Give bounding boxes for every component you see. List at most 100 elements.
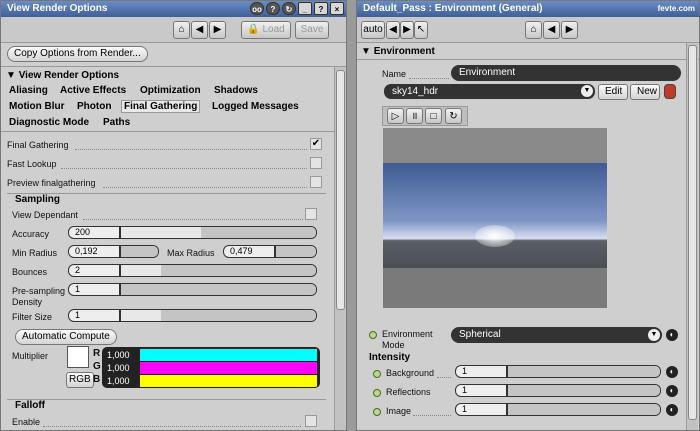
section-header[interactable]: ▼ View Render Options — [6, 70, 119, 81]
color-swatch[interactable] — [67, 346, 89, 368]
minimize-icon[interactable]: _ — [298, 2, 312, 15]
left-scrollbar[interactable] — [334, 67, 346, 430]
presampling-label-2: Density — [12, 297, 43, 307]
animation-icon[interactable] — [664, 84, 676, 99]
environment-panel: Default_Pass : Environment (General) fev… — [356, 0, 700, 431]
pause-icon[interactable]: ॥ — [406, 108, 423, 124]
env-mode-dropdown[interactable]: Spherical ▼ — [451, 327, 662, 343]
b-slider[interactable] — [140, 375, 317, 387]
accuracy-label: Accuracy — [12, 229, 50, 239]
tab-active-effects[interactable]: Active Effects — [60, 85, 126, 96]
collapse-triangle-icon: ▼ — [361, 46, 374, 57]
play-icon[interactable]: ▷ — [387, 108, 404, 124]
image-intensity-value: 1 — [462, 404, 468, 414]
background-label: Background — [386, 368, 435, 378]
name-input[interactable]: Environment — [451, 65, 681, 81]
env-section-header[interactable]: ▼ Environment — [361, 46, 435, 57]
sampling-title: Sampling — [15, 194, 61, 205]
image-intensity-slider[interactable]: 1 — [455, 403, 661, 416]
right-window-title: Default_Pass : Environment (General) — [363, 3, 543, 14]
animate-icon[interactable]: ◐ — [666, 366, 678, 378]
close-icon[interactable]: × — [330, 2, 344, 15]
copy-options-button[interactable]: Copy Options from Render... — [7, 46, 148, 62]
filter-size-slider[interactable]: 1 — [68, 309, 317, 322]
fast-lookup-checkbox[interactable] — [310, 157, 322, 169]
tab-paths[interactable]: Paths — [103, 117, 130, 128]
new-button[interactable]: New — [630, 84, 660, 100]
stop-icon[interactable]: □ — [425, 108, 442, 124]
tab-diagnostic-mode[interactable]: Diagnostic Mode — [9, 117, 89, 128]
presampling-slider[interactable]: 1 — [68, 283, 317, 296]
env-mode-label-2: Mode — [382, 340, 405, 350]
chevron-down-icon: ▼ — [648, 329, 660, 341]
tab-shadows[interactable]: Shadows — [214, 85, 258, 96]
loop-icon[interactable]: ↻ — [445, 108, 462, 124]
help-icon[interactable]: ? — [314, 2, 328, 15]
animate-icon[interactable]: ◐ — [666, 404, 678, 416]
back-nav-icon[interactable]: ◀ — [191, 21, 208, 39]
bounces-label: Bounces — [12, 267, 48, 277]
view-dependant-checkbox[interactable] — [305, 208, 317, 220]
load-button[interactable]: 🔒 Load — [241, 21, 291, 39]
auto-button[interactable]: auto — [361, 21, 385, 39]
tab-optimization[interactable]: Optimization — [140, 85, 201, 96]
enable-checkbox[interactable] — [305, 415, 317, 427]
home-nav-icon[interactable]: ⌂ — [525, 21, 542, 39]
collapse-triangle-icon: ▼ — [6, 70, 19, 81]
edit-button[interactable]: Edit — [598, 84, 628, 100]
preview-fg-checkbox[interactable] — [310, 176, 322, 188]
home-nav-icon[interactable]: ⌂ — [173, 21, 190, 39]
background-slider[interactable]: 1 — [455, 365, 661, 378]
r-slider[interactable] — [140, 349, 317, 361]
right-scrollbar[interactable] — [686, 43, 698, 430]
animate-icon[interactable]: ◐ — [666, 329, 678, 341]
b-value[interactable]: 1,000 — [103, 375, 139, 387]
slider-track — [274, 246, 316, 257]
accuracy-slider[interactable]: 200 — [68, 226, 317, 239]
slider-fill — [121, 227, 201, 238]
divider — [1, 131, 346, 132]
tab-final-gathering[interactable]: Final Gathering — [121, 100, 201, 113]
dotted-leader — [83, 219, 303, 220]
g-value[interactable]: 1,000 — [103, 362, 139, 374]
image-dropdown[interactable]: sky14_hdr ▼ — [384, 84, 595, 99]
back-nav-icon[interactable]: ◀ — [543, 21, 560, 39]
help-circle-icon[interactable]: ? — [266, 2, 280, 15]
reflections-slider[interactable]: 1 — [455, 384, 661, 397]
save-button[interactable]: Save — [295, 21, 329, 39]
slider-track — [119, 227, 316, 238]
view-render-options-panel: View Render Options oo ? ↻ _ ? × ⌂ ◀ ▶ 🔒… — [0, 0, 347, 431]
r-value[interactable]: 1,000 — [103, 349, 139, 361]
prev-arrow-icon[interactable]: ◀ — [386, 21, 400, 39]
falloff-title: Falloff — [15, 400, 45, 411]
image-intensity-label: Image — [386, 406, 412, 416]
tab-photon[interactable]: Photon — [77, 101, 111, 112]
chevron-down-icon: ▼ — [581, 85, 593, 97]
max-radius-field[interactable]: 0,479 — [223, 245, 317, 258]
forward-nav-icon[interactable]: ▶ — [209, 21, 226, 39]
bounces-slider[interactable]: 2 — [68, 264, 317, 277]
reflections-value: 1 — [462, 385, 468, 395]
slider-track — [119, 246, 158, 257]
load-label: Load — [262, 24, 285, 35]
dotted-leader — [43, 426, 301, 427]
pane-divider[interactable] — [347, 0, 356, 431]
view-dependant-label: View Dependant — [12, 210, 78, 220]
scrollbar-thumb[interactable] — [336, 70, 345, 310]
automatic-compute-button[interactable]: Automatic Compute — [15, 329, 117, 345]
glasses-icon[interactable]: oo — [250, 2, 264, 15]
final-gathering-checkbox[interactable]: ✔ — [310, 138, 322, 150]
next-arrow-icon[interactable]: ▶ — [400, 21, 414, 39]
g-slider[interactable] — [140, 362, 317, 374]
playback-controls: ▷ ॥ □ ↻ — [382, 106, 468, 126]
animate-icon[interactable]: ◐ — [666, 385, 678, 397]
forward-nav-icon[interactable]: ▶ — [561, 21, 578, 39]
min-radius-field[interactable]: 0,192 — [68, 245, 159, 258]
refresh-icon[interactable]: ↻ — [282, 2, 296, 15]
tab-logged-messages[interactable]: Logged Messages — [212, 101, 299, 112]
tab-aliasing[interactable]: Aliasing — [9, 85, 48, 96]
cursor-icon[interactable]: ↖ — [414, 21, 428, 39]
rgb-button[interactable]: RGB — [66, 372, 94, 388]
scrollbar-thumb[interactable] — [688, 45, 697, 420]
tab-motion-blur[interactable]: Motion Blur — [9, 101, 65, 112]
